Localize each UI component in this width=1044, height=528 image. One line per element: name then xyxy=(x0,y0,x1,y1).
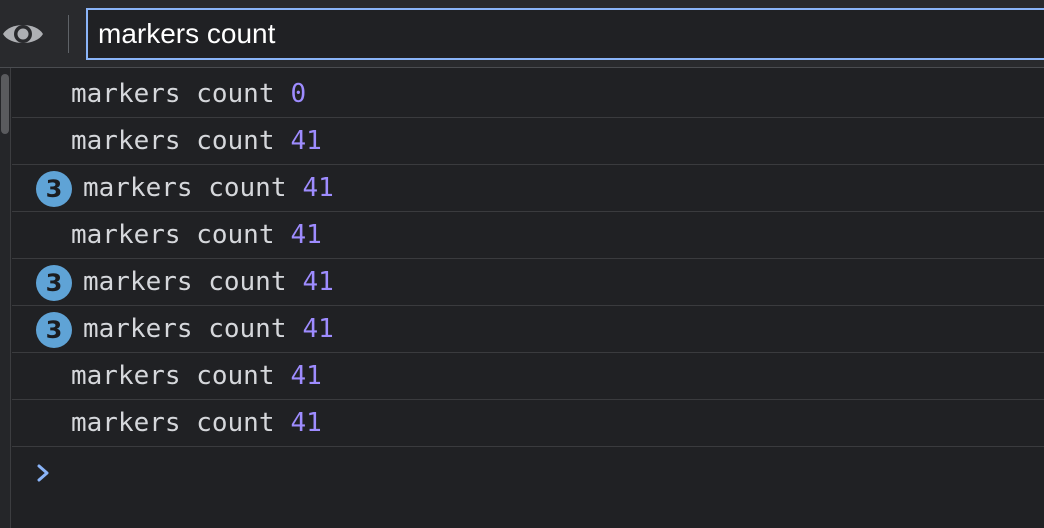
message-value: 41 xyxy=(290,126,322,156)
scrollbar-thumb[interactable] xyxy=(1,74,9,134)
console-message-row: 3 markers count 41 xyxy=(12,165,1044,212)
message-text: markers count xyxy=(71,408,275,438)
console-log: markers count 0 markers count 41 3 markers co… xyxy=(12,71,1044,499)
console-message: markers count 0 xyxy=(71,71,306,117)
console-message-row: 3 markers count 41 xyxy=(12,306,1044,353)
message-value: 41 xyxy=(302,267,334,297)
chevron-right-icon xyxy=(37,464,49,482)
toolbar-divider xyxy=(68,15,69,53)
console-prompt[interactable] xyxy=(12,447,1044,499)
console-message: markers count 41 xyxy=(71,400,322,446)
message-text: markers count xyxy=(83,314,287,344)
message-text: markers count xyxy=(83,173,287,203)
repeat-count-badge: 3 xyxy=(36,312,72,348)
console-message-row: markers count 41 xyxy=(12,400,1044,447)
repeat-count-badge: 3 xyxy=(36,171,72,207)
message-text: markers count xyxy=(83,267,287,297)
console-message-row: 3 markers count 41 xyxy=(12,259,1044,306)
repeat-count-badge: 3 xyxy=(36,265,72,301)
console-toolbar xyxy=(0,0,1044,68)
live-expression-button[interactable] xyxy=(0,6,46,62)
console-message-row: markers count 41 xyxy=(12,353,1044,400)
message-text: markers count xyxy=(71,79,275,109)
console-message-row: markers count 41 xyxy=(12,118,1044,165)
filter-input[interactable] xyxy=(86,8,1044,60)
console-message: markers count 41 xyxy=(71,212,322,258)
eye-icon xyxy=(3,25,43,43)
message-text: markers count xyxy=(71,220,275,250)
console-message: markers count 41 xyxy=(83,259,334,305)
console-input[interactable] xyxy=(62,455,1026,493)
message-value: 0 xyxy=(290,79,307,109)
message-value: 41 xyxy=(302,173,334,203)
message-value: 41 xyxy=(290,408,322,438)
console-message-row: markers count 41 xyxy=(12,212,1044,259)
message-value: 41 xyxy=(290,220,322,250)
console-message: markers count 41 xyxy=(83,306,334,352)
message-value: 41 xyxy=(302,314,334,344)
message-text: markers count xyxy=(71,126,275,156)
console-message: markers count 41 xyxy=(71,118,322,164)
scrollbar-track[interactable] xyxy=(0,68,11,528)
message-value: 41 xyxy=(290,361,322,391)
console-message: markers count 41 xyxy=(71,353,322,399)
console-message: markers count 41 xyxy=(83,165,334,211)
console-message-row: markers count 0 xyxy=(12,71,1044,118)
message-text: markers count xyxy=(71,361,275,391)
